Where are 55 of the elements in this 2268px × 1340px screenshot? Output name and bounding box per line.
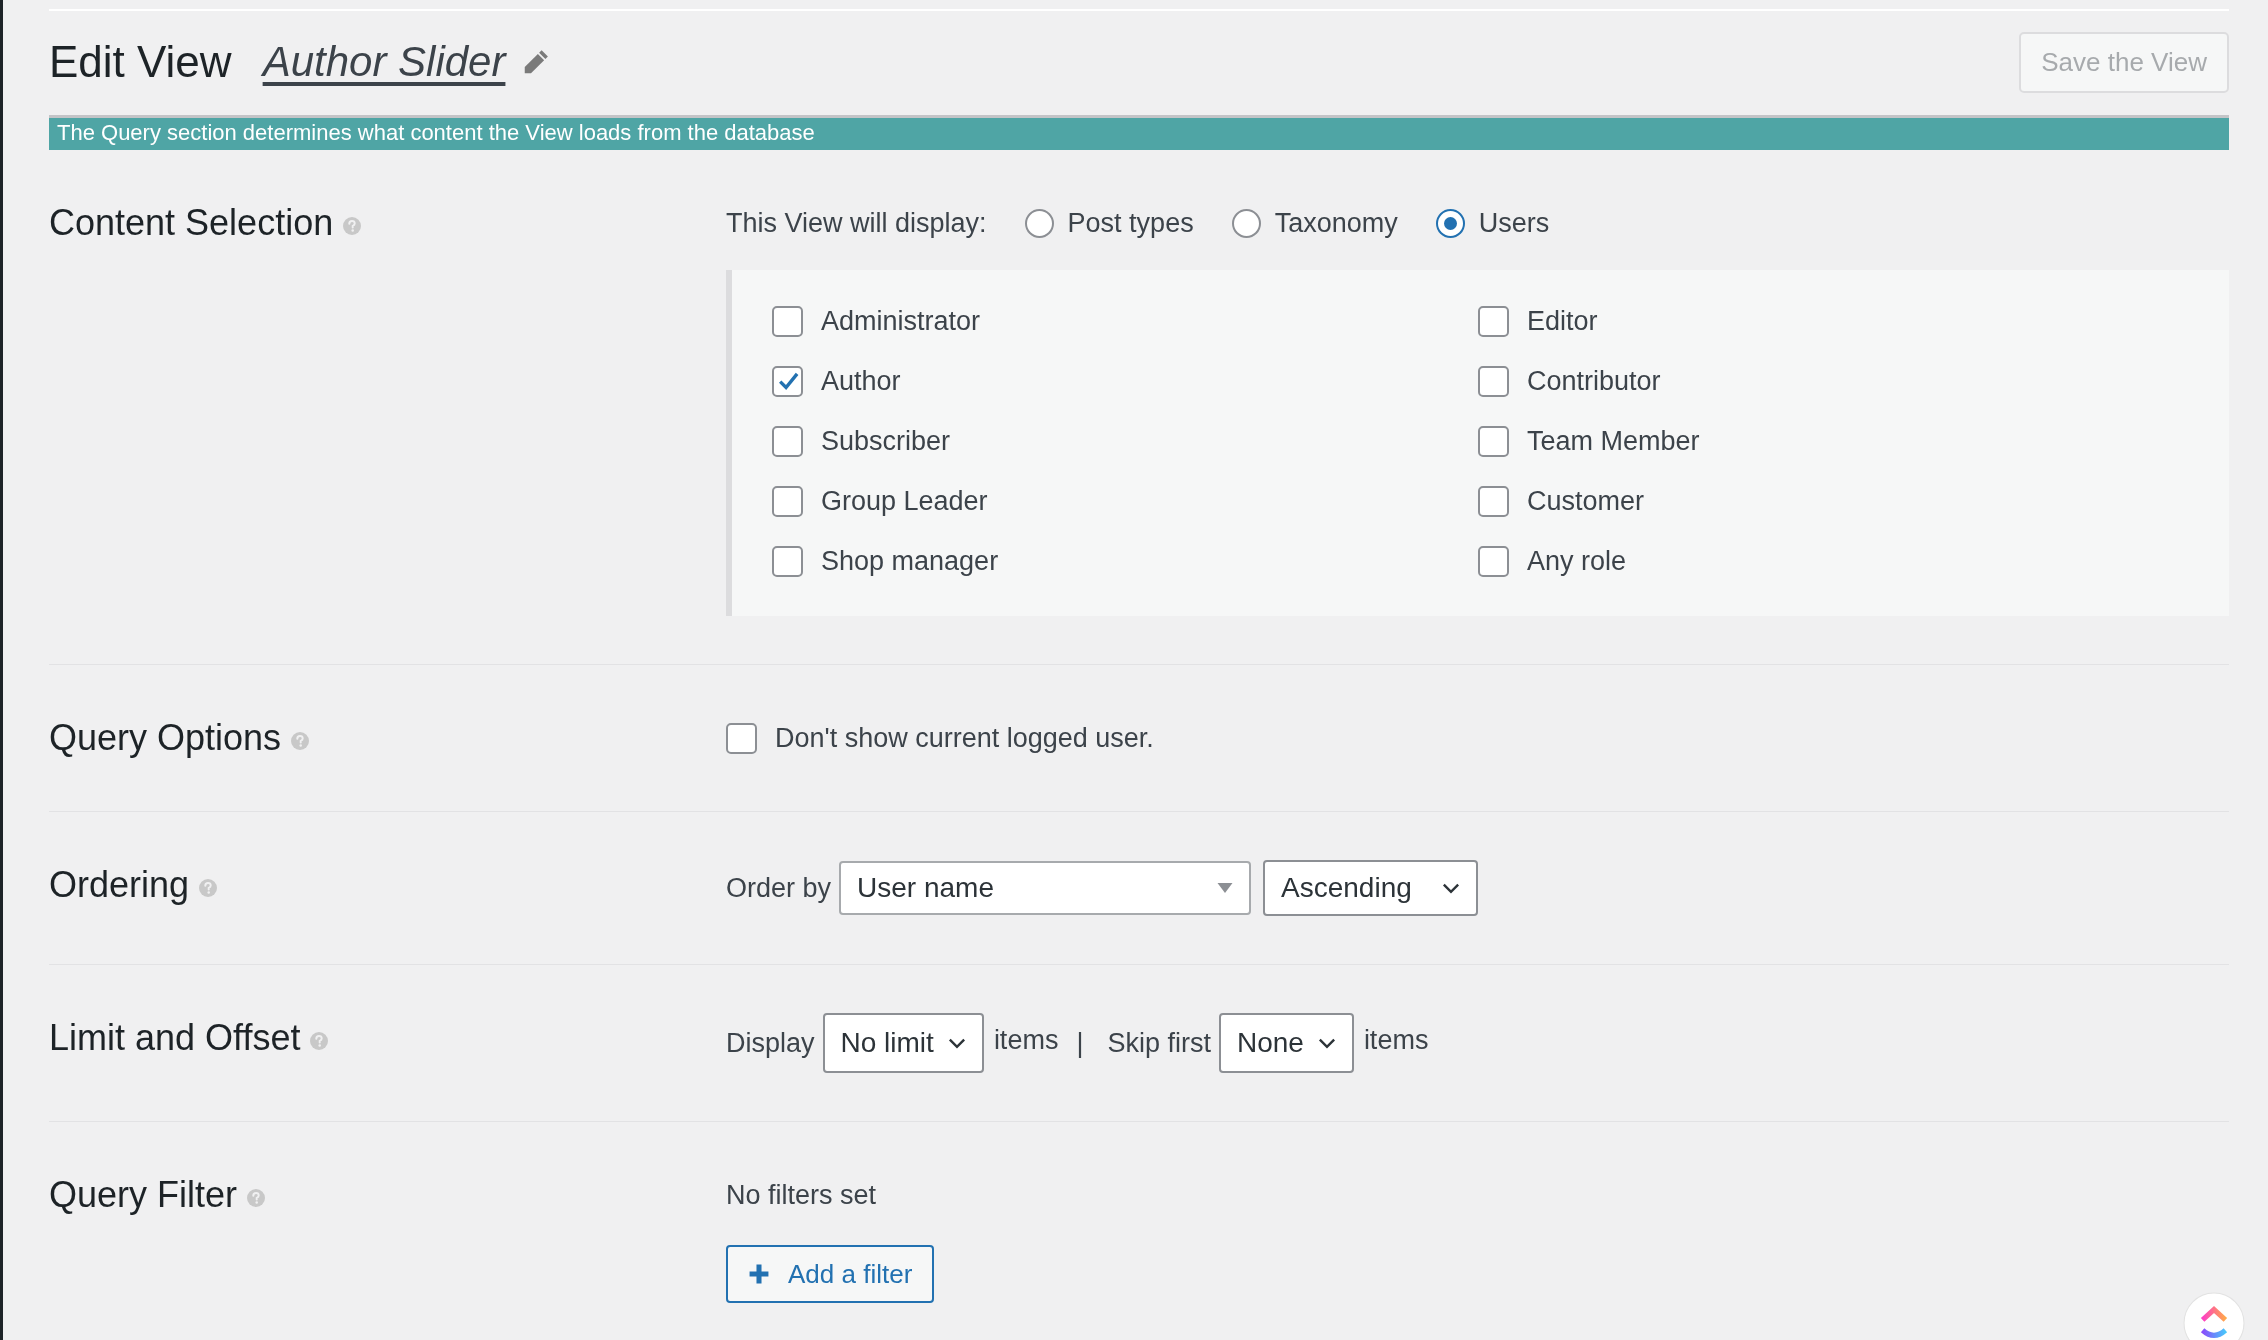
checkbox[interactable]: [1478, 305, 1509, 337]
plus-icon: [748, 1263, 770, 1285]
checkbox[interactable]: [726, 722, 757, 754]
radio-button[interactable]: [1435, 208, 1465, 238]
display-label: This View will display:: [726, 207, 987, 239]
direction-select[interactable]: Ascending: [1263, 860, 1478, 916]
radio-button[interactable]: [1231, 208, 1261, 238]
items-label: items: [1363, 1024, 1429, 1056]
items-label: items: [993, 1024, 1059, 1056]
chevron-down-icon: [1441, 882, 1460, 894]
separator: |: [1076, 1027, 1084, 1059]
filter-status: No filters set: [726, 1180, 878, 1211]
radio-label: Taxonomy: [1274, 207, 1398, 239]
checkbox[interactable]: [772, 305, 803, 337]
chevron-down-icon: [947, 1037, 966, 1049]
info-banner: The Query section determines what content the View loads from the database: [49, 115, 2229, 150]
view-name-link[interactable]: Author Slider: [262, 38, 506, 86]
checkbox-label: Customer: [1527, 485, 1645, 517]
checkbox[interactable]: [1478, 485, 1509, 517]
checkbox-label: Administrator: [821, 305, 981, 337]
order-by-label: Order by: [726, 872, 832, 904]
checkbox-label: Editor: [1527, 305, 1598, 337]
section-title: Ordering: [49, 864, 190, 906]
checkbox-label: Don't show current logged user.: [775, 722, 1154, 754]
checkbox-label: Group Leader: [821, 485, 988, 517]
dropdown-arrow-icon: [1217, 883, 1234, 893]
section-title: Query Options: [49, 717, 282, 759]
radio-button[interactable]: [1024, 208, 1054, 238]
checkbox-label: Shop manager: [821, 545, 999, 577]
checkbox-label: Team Member: [1527, 425, 1700, 457]
section-title: Limit and Offset: [49, 1017, 301, 1059]
checkbox-label: Author: [821, 365, 901, 397]
chevron-down-icon: [1317, 1037, 1336, 1049]
offset-select[interactable]: None: [1218, 1013, 1354, 1073]
checkbox[interactable]: [772, 485, 803, 517]
section-title: Query Filter: [49, 1174, 238, 1216]
checkbox[interactable]: [1478, 425, 1509, 457]
checkbox[interactable]: [772, 425, 803, 457]
checkbox[interactable]: [1478, 365, 1509, 397]
app-logo-icon[interactable]: [2183, 1292, 2245, 1340]
checkbox[interactable]: [1478, 545, 1509, 577]
radio-label: Users: [1478, 207, 1550, 239]
checkbox-label: Contributor: [1527, 365, 1661, 397]
checkbox-label: Subscriber: [821, 425, 951, 457]
section-title: Content Selection: [49, 202, 334, 244]
limit-select[interactable]: No limit: [822, 1013, 984, 1073]
skip-label: Skip first: [1107, 1027, 1211, 1059]
display-label: Display: [726, 1027, 815, 1059]
add-filter-button[interactable]: Add a filter: [726, 1245, 935, 1303]
checkbox[interactable]: [772, 545, 803, 577]
checkbox[interactable]: [772, 365, 803, 397]
checkbox-label: Any role: [1527, 545, 1627, 577]
radio-label: Post types: [1067, 207, 1194, 239]
order-by-select[interactable]: User name: [839, 861, 1252, 915]
page-title: Edit View: [49, 37, 232, 87]
